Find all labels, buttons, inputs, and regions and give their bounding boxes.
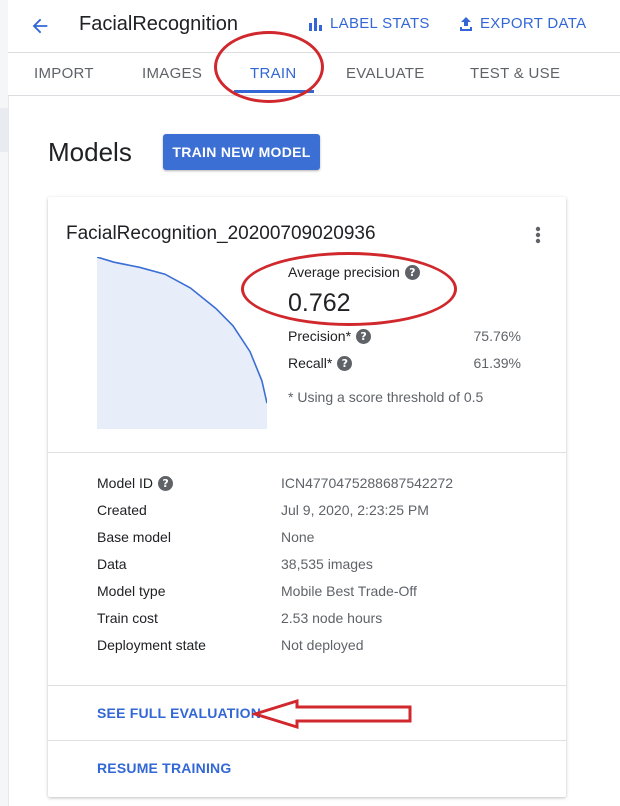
see-full-evaluation-link[interactable]: SEE FULL EVALUATION [97,705,261,721]
data-label: Data [97,556,127,572]
label-stats-button[interactable]: LABEL STATS [308,15,430,32]
recall-label: Recall* [288,355,333,371]
deployment-state-label: Deployment state [97,637,206,653]
model-type-value: Mobile Best Trade-Off [281,583,417,599]
help-icon[interactable]: ? [158,475,174,491]
model-id-value: ICN4770475288687542272 [281,475,454,491]
detail-row: Train cost 2.53 node hours [97,610,537,637]
detail-row: Created Jul 9, 2020, 2:23:25 PM [97,502,537,529]
threshold-note: * Using a score threshold of 0.5 [288,389,484,405]
base-model-label: Base model [97,529,171,545]
tab-bar: IMPORT IMAGES TRAIN EVALUATE TEST & USE [8,53,620,96]
recall-metric: Recall* ? [288,355,353,371]
detail-row: Model type Mobile Best Trade-Off [97,583,537,610]
tab-train[interactable]: TRAIN [250,65,297,82]
label-stats-label: LABEL STATS [330,15,430,32]
card-divider [48,740,566,741]
precision-recall-chart [97,257,267,429]
upload-icon [460,16,472,31]
left-rail-marker [0,108,8,152]
top-bar: FacialRecognition LABEL STATS EXPORT DAT… [8,0,620,53]
base-model-value: None [281,529,315,545]
precision-label: Precision* [288,328,352,344]
back-button[interactable] [26,12,54,40]
deployment-state-value: Not deployed [281,637,364,653]
average-precision-value: 0.762 [288,289,351,317]
detail-label: Model ID ? [97,475,174,491]
export-data-button[interactable]: EXPORT DATA [458,15,586,32]
tab-test-use[interactable]: TEST & USE [470,65,560,82]
card-divider [48,685,566,686]
export-data-label: EXPORT DATA [480,15,587,32]
bar-chart-icon [309,17,322,31]
more-vert-icon[interactable] [530,223,546,247]
left-rail [0,0,9,806]
model-type-label: Model type [97,583,166,599]
help-icon[interactable]: ? [337,355,353,371]
model-name: FacialRecognition_20200709020936 [66,223,376,244]
average-precision-heading: Average precision ? [288,264,420,280]
resume-training-link[interactable]: RESUME TRAINING [97,760,231,776]
detail-row: Data 38,535 images [97,556,537,583]
annotation-arrow-icon [252,698,412,730]
detail-row: Deployment state Not deployed [97,637,537,664]
tab-import[interactable]: IMPORT [34,65,94,82]
created-label: Created [97,502,147,518]
data-value: 38,535 images [281,556,373,572]
train-cost-label: Train cost [97,610,158,626]
app-title: FacialRecognition [79,13,238,35]
created-value: Jul 9, 2020, 2:23:25 PM [281,502,429,518]
recall-value: 61.39% [473,355,521,371]
arrow-back-icon [32,18,48,34]
train-cost-value: 2.53 node hours [281,610,383,626]
model-details: Model ID ? ICN4770475288687542272 Create… [97,475,537,664]
model-id-label: Model ID [97,475,154,491]
detail-row: Model ID ? ICN4770475288687542272 [97,475,537,502]
precision-metric: Precision* ? [288,328,372,344]
tab-evaluate[interactable]: EVALUATE [346,65,425,82]
average-precision-label: Average precision [288,264,400,280]
train-new-model-button[interactable]: TRAIN NEW MODEL [163,134,320,170]
detail-row: Base model None [97,529,537,556]
tab-images[interactable]: IMAGES [142,65,202,82]
card-divider [48,452,566,453]
help-icon[interactable]: ? [404,264,420,280]
active-tab-indicator [234,90,314,93]
page-title: Models [48,137,132,167]
help-icon[interactable]: ? [356,328,372,344]
precision-value: 75.76% [473,328,521,344]
